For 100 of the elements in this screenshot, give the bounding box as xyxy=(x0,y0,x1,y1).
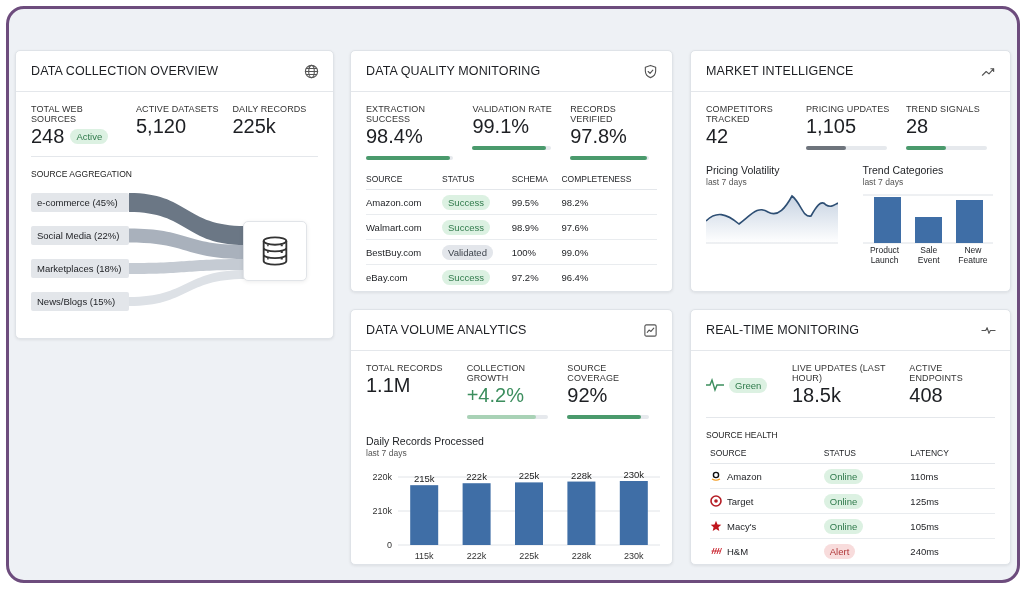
chart-icon[interactable] xyxy=(643,322,658,338)
metric-label: LIVE UPDATES (LAST HOUR) xyxy=(792,363,887,383)
metric-value: 248 xyxy=(31,124,65,148)
status-badge: Online xyxy=(823,518,864,534)
section-label: SOURCE AGGREGATION xyxy=(30,168,133,181)
metric-label: TOTAL WEB SOURCES xyxy=(31,104,84,124)
metric-value: 1,105 xyxy=(806,114,857,138)
axis-label: 210k xyxy=(372,506,392,516)
chart-bar xyxy=(619,481,648,545)
card-title: DATA COLLECTION OVERVIEW xyxy=(31,64,219,78)
category-label: 228k xyxy=(571,551,592,561)
table-cell: 97.2% xyxy=(511,264,562,289)
source-name: Target xyxy=(727,495,754,507)
metric-label: ACTIVE DATASETS xyxy=(135,104,220,114)
chart-bar xyxy=(515,482,543,545)
metric-label: ACTIVE ENDPOINTS xyxy=(909,363,964,383)
chart-subtitle: last 7 days xyxy=(366,448,408,458)
metric-value: +4.2% xyxy=(466,383,524,407)
value-label: 225k xyxy=(518,470,540,482)
metric-label: PRICING UPDATES xyxy=(806,104,891,114)
table-cell: 96.4% xyxy=(561,264,657,289)
status-badge: Success xyxy=(442,194,490,210)
globe-icon[interactable] xyxy=(304,63,319,79)
chart-bar xyxy=(462,483,491,545)
card-title: REAL-TIME MONITORING xyxy=(706,323,860,337)
column-header: LATENCY xyxy=(910,442,995,464)
status-badge: Online xyxy=(823,468,864,484)
pulse-icon xyxy=(706,378,724,392)
table-cell: 97.6% xyxy=(561,214,657,240)
table-cell: 110ms xyxy=(910,463,995,489)
metric-value: 1.1M xyxy=(366,373,411,397)
section-label: SOURCE HEALTH xyxy=(705,429,779,442)
column-header: STATUS xyxy=(442,168,512,190)
category-label: Sale Event xyxy=(916,245,941,265)
table-cell: 99.0% xyxy=(561,239,657,265)
table-cell: 125ms xyxy=(910,488,995,514)
metric-label: VALIDATION RATE xyxy=(472,104,553,114)
column-header: SOURCE xyxy=(710,442,824,464)
category-label: 225k xyxy=(519,551,539,561)
metric-label: SOURCE COVERAGE xyxy=(567,363,621,383)
source-label: Marketplaces (18%) xyxy=(31,259,129,278)
value-label: 222k xyxy=(466,471,487,483)
metric-label: COMPETITORS TRACKED xyxy=(706,104,774,124)
metric-label: TREND SIGNALS xyxy=(906,104,981,114)
shield-check-icon[interactable] xyxy=(643,63,658,79)
metric-value: 18.5k xyxy=(792,383,841,407)
value-label: 230k xyxy=(623,469,645,480)
card-title: MARKET INTELLIGENCE xyxy=(706,64,854,78)
chart-subtitle: last 7 days xyxy=(862,177,905,187)
axis-label: 0 xyxy=(387,540,392,550)
metric-value: 98.4% xyxy=(366,124,423,148)
card-title: DATA VOLUME ANALYTICS xyxy=(366,323,527,337)
axis-label: 220k xyxy=(372,472,392,482)
metric-label: DAILY RECORDS xyxy=(232,104,308,114)
category-label: 230k xyxy=(624,551,644,561)
table-cell: 100% xyxy=(511,239,562,265)
status-badge: Success xyxy=(442,269,490,285)
column-header: STATUS xyxy=(823,442,911,464)
table-cell: Amazon.com xyxy=(366,189,443,215)
table-cell: BestBuy.com xyxy=(366,239,443,265)
status-badge: Active xyxy=(70,128,109,144)
metric-value: 99.1% xyxy=(472,114,530,138)
status-badge: Online xyxy=(823,493,864,509)
table-cell: eBay.com xyxy=(366,264,443,289)
category-label: 115k xyxy=(414,551,434,561)
source-label: Social Media (22%) xyxy=(31,226,129,245)
source-name: H&M xyxy=(727,545,749,557)
metric-label: RECORDS VERIFIED xyxy=(570,104,617,124)
chart-bar xyxy=(567,481,596,545)
column-header: SCHEMA xyxy=(511,168,562,190)
source-name: Amazon xyxy=(727,470,762,482)
star-icon xyxy=(710,520,722,532)
source-label: News/Blogs (15%) xyxy=(31,292,129,311)
table-cell: 98.9% xyxy=(511,214,562,240)
column-header: SOURCE xyxy=(366,168,443,190)
chart-title: Trend Categories xyxy=(862,164,945,176)
value-label: 215k xyxy=(413,473,435,485)
source-name: Macy's xyxy=(727,520,757,532)
chart-title: Pricing Volatility xyxy=(706,164,781,176)
chart-bar xyxy=(410,485,439,545)
status-badge: Validated xyxy=(442,244,493,260)
metric-value: 28 xyxy=(906,114,929,138)
chart-title: Daily Records Processed xyxy=(366,435,485,447)
status-badge: Green xyxy=(729,377,768,393)
table-cell: 240ms xyxy=(910,538,995,563)
table-cell: 105ms xyxy=(910,513,995,539)
table-cell: Walmart.com xyxy=(366,214,443,240)
target-icon xyxy=(710,495,722,507)
stripes-icon xyxy=(710,545,722,557)
card-title: DATA QUALITY MONITORING xyxy=(366,64,541,78)
metric-value: 408 xyxy=(909,383,943,407)
metric-label: TOTAL RECORDS xyxy=(366,363,444,373)
column-header: COMPLETENESS xyxy=(561,168,657,190)
category-label: New Feature xyxy=(957,245,989,265)
category-label: 222k xyxy=(466,551,487,561)
metric-value: 225k xyxy=(232,114,276,138)
metric-value: 5,120 xyxy=(135,114,186,138)
metric-value: 92% xyxy=(567,383,608,407)
table-cell: 99.5% xyxy=(511,189,562,215)
metric-value: 97.8% xyxy=(570,124,627,148)
